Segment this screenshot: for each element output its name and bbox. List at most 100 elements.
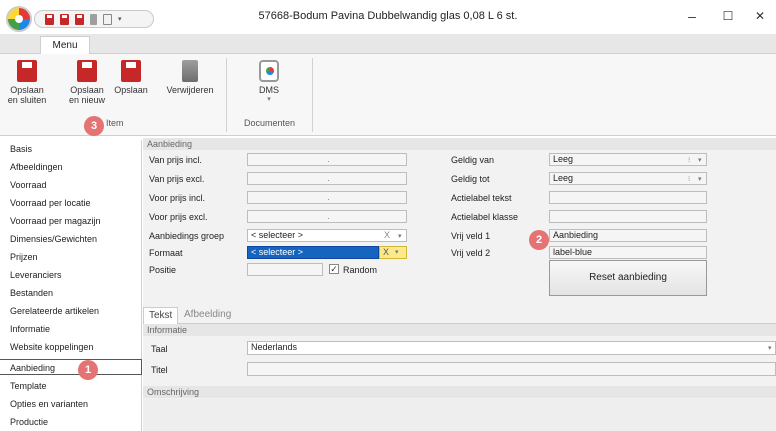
label-van-prijs-excl: Van prijs excl. <box>149 174 205 184</box>
section-header-aanbieding: Aanbieding <box>143 138 776 150</box>
sidebar-item-aanbieding[interactable]: Aanbieding <box>0 359 142 375</box>
close-button[interactable]: ✕ <box>750 6 770 26</box>
group-label-documenten: Documenten <box>244 118 296 128</box>
delete-label: Verwijderen <box>166 85 214 95</box>
save-close-icon <box>17 60 37 82</box>
tab-tekst[interactable]: Tekst <box>143 307 179 324</box>
save-icon <box>121 60 141 82</box>
van-prijs-excl-field[interactable]: . <box>247 172 407 185</box>
save-new-label: Opslaan en nieuw <box>68 85 106 105</box>
geldig-tot-spin-icon[interactable]: ⁝ <box>688 174 690 185</box>
tab-afbeelding[interactable]: Afbeelding <box>179 307 236 323</box>
aanbiedings-groep-dropdown-icon[interactable]: ▾ <box>398 231 402 242</box>
label-formaat: Formaat <box>149 248 183 258</box>
save-new-icon <box>77 60 97 82</box>
geldig-van-value: Leeg <box>553 154 574 164</box>
sidebar-item-voorraad-per-locatie[interactable]: Voorraad per locatie <box>0 195 142 211</box>
label-vrij-veld-2: Vrij veld 2 <box>451 248 491 258</box>
sidebar-item-prijzen[interactable]: Prijzen <box>0 249 142 265</box>
geldig-tot-field[interactable]: Leeg ⁝ ▾ <box>549 172 707 185</box>
sidebar-item-opties-en-varianten[interactable]: Opties en varianten <box>0 396 142 412</box>
section-header-informatie: Informatie <box>143 324 776 336</box>
vrij-veld-2-field[interactable]: label-blue <box>549 246 707 259</box>
label-positie: Positie <box>149 265 177 275</box>
label-aanbiedings-groep: Aanbiedings groep <box>149 231 225 241</box>
dms-label: DMS <box>259 85 279 95</box>
ribbon: Opslaan en sluiten Opslaan en nieuw Opsl… <box>0 54 776 136</box>
sidebar-item-bestanden[interactable]: Bestanden <box>0 285 142 301</box>
dms-icon <box>259 60 279 82</box>
formaat-dropdown-icon[interactable]: ▾ <box>395 248 399 256</box>
vrij-veld-1-field[interactable]: Aanbieding <box>549 229 707 242</box>
geldig-tot-dropdown-icon[interactable]: ▾ <box>698 174 702 185</box>
van-prijs-incl-field[interactable]: . <box>247 153 407 166</box>
geldig-van-dropdown-icon[interactable]: ▾ <box>698 155 702 166</box>
group-label-item: Item <box>106 118 124 128</box>
window-title: 57668-Bodum Pavina Dubbelwandig glas 0,0… <box>258 10 518 22</box>
label-titel: Titel <box>151 365 168 375</box>
voor-prijs-excl-field[interactable]: . <box>247 210 407 223</box>
aanbiedings-groep-value: < selecteer > <box>251 230 304 240</box>
sidebar-item-gerelateerde-artikelen[interactable]: Gerelateerde artikelen <box>0 303 142 319</box>
geldig-van-spin-icon[interactable]: ⁝ <box>688 155 690 166</box>
label-van-prijs-incl: Van prijs incl. <box>149 155 202 165</box>
label-vrij-veld-1: Vrij veld 1 <box>451 231 491 241</box>
reset-aanbieding-button[interactable]: Reset aanbieding <box>549 260 707 296</box>
positie-field[interactable] <box>247 263 323 276</box>
aanbiedings-groep-clear-icon[interactable]: X <box>384 230 390 241</box>
voor-prijs-incl-field[interactable]: . <box>247 191 407 204</box>
delete-button[interactable]: Verwijderen <box>160 58 220 112</box>
geldig-van-field[interactable]: Leeg ⁝ ▾ <box>549 153 707 166</box>
sidebar-item-afbeeldingen[interactable]: Afbeeldingen <box>0 159 142 175</box>
label-geldig-van: Geldig van <box>451 155 495 165</box>
maximize-button[interactable]: ☐ <box>718 6 738 26</box>
sidebar-item-productie[interactable]: Productie <box>0 414 142 430</box>
titel-field[interactable] <box>247 362 776 376</box>
random-label: Random <box>343 265 378 275</box>
label-actielabel-tekst: Actielabel tekst <box>451 193 512 203</box>
save-close-button[interactable]: Opslaan en sluiten <box>4 58 50 112</box>
save-close-label: Opslaan en sluiten <box>7 85 47 105</box>
dms-button[interactable]: DMS ▾ <box>244 58 294 112</box>
minimize-button[interactable]: – <box>682 6 702 26</box>
callout-badge-2: 2 <box>529 230 549 250</box>
dms-dropdown-icon: ▾ <box>267 96 271 103</box>
callout-badge-1: 1 <box>78 360 98 380</box>
ribbon-group-separator <box>226 58 227 132</box>
sidebar-item-website-koppelingen[interactable]: Website koppelingen <box>0 339 142 355</box>
tab-bar: Tekst Afbeelding <box>143 306 776 324</box>
actielabel-klasse-field[interactable] <box>549 210 707 223</box>
taal-dropdown-icon[interactable]: ▾ <box>768 343 772 354</box>
sidebar: Basis Afbeeldingen Voorraad Voorraad per… <box>0 140 142 431</box>
random-checkbox[interactable]: ✓ <box>329 264 339 274</box>
ribbon-group-separator-2 <box>312 58 313 132</box>
sidebar-item-dimensies[interactable]: Dimensies/Gewichten <box>0 231 142 247</box>
formaat-select[interactable]: < selecteer > <box>247 246 379 259</box>
label-actielabel-klasse: Actielabel klasse <box>451 212 519 222</box>
label-taal: Taal <box>151 344 168 354</box>
omschrijving-editor[interactable] <box>143 399 776 431</box>
geldig-tot-value: Leeg <box>553 173 574 183</box>
callout-badge-3: 3 <box>84 116 104 136</box>
save-new-button[interactable]: Opslaan en nieuw <box>64 58 110 112</box>
save-button[interactable]: Opslaan <box>108 58 154 112</box>
formaat-controls: X ▾ <box>379 246 407 259</box>
ribbon-tab-menu[interactable]: Menu <box>40 36 90 55</box>
taal-select[interactable]: Nederlands ▾ <box>247 341 776 355</box>
sidebar-item-template[interactable]: Template <box>0 378 142 394</box>
sidebar-item-voorraad[interactable]: Voorraad <box>0 177 142 193</box>
taal-value: Nederlands <box>251 342 298 352</box>
formaat-clear-icon[interactable]: X <box>383 247 389 257</box>
sidebar-item-leveranciers[interactable]: Leveranciers <box>0 267 142 283</box>
label-voor-prijs-incl: Voor prijs incl. <box>149 193 206 203</box>
sidebar-item-informatie[interactable]: Informatie <box>0 321 142 337</box>
aanbiedings-groep-select[interactable]: < selecteer > X ▾ <box>247 229 407 242</box>
sidebar-item-basis[interactable]: Basis <box>0 141 142 157</box>
sidebar-item-voorraad-per-magazijn[interactable]: Voorraad per magazijn <box>0 213 142 229</box>
main-panel: Aanbieding Van prijs incl. . Van prijs e… <box>143 138 776 431</box>
actielabel-tekst-field[interactable] <box>549 191 707 204</box>
ribbon-tab-strip <box>0 34 776 54</box>
section-header-omschrijving: Omschrijving <box>143 386 776 398</box>
label-geldig-tot: Geldig tot <box>451 174 490 184</box>
delete-icon <box>182 60 198 82</box>
